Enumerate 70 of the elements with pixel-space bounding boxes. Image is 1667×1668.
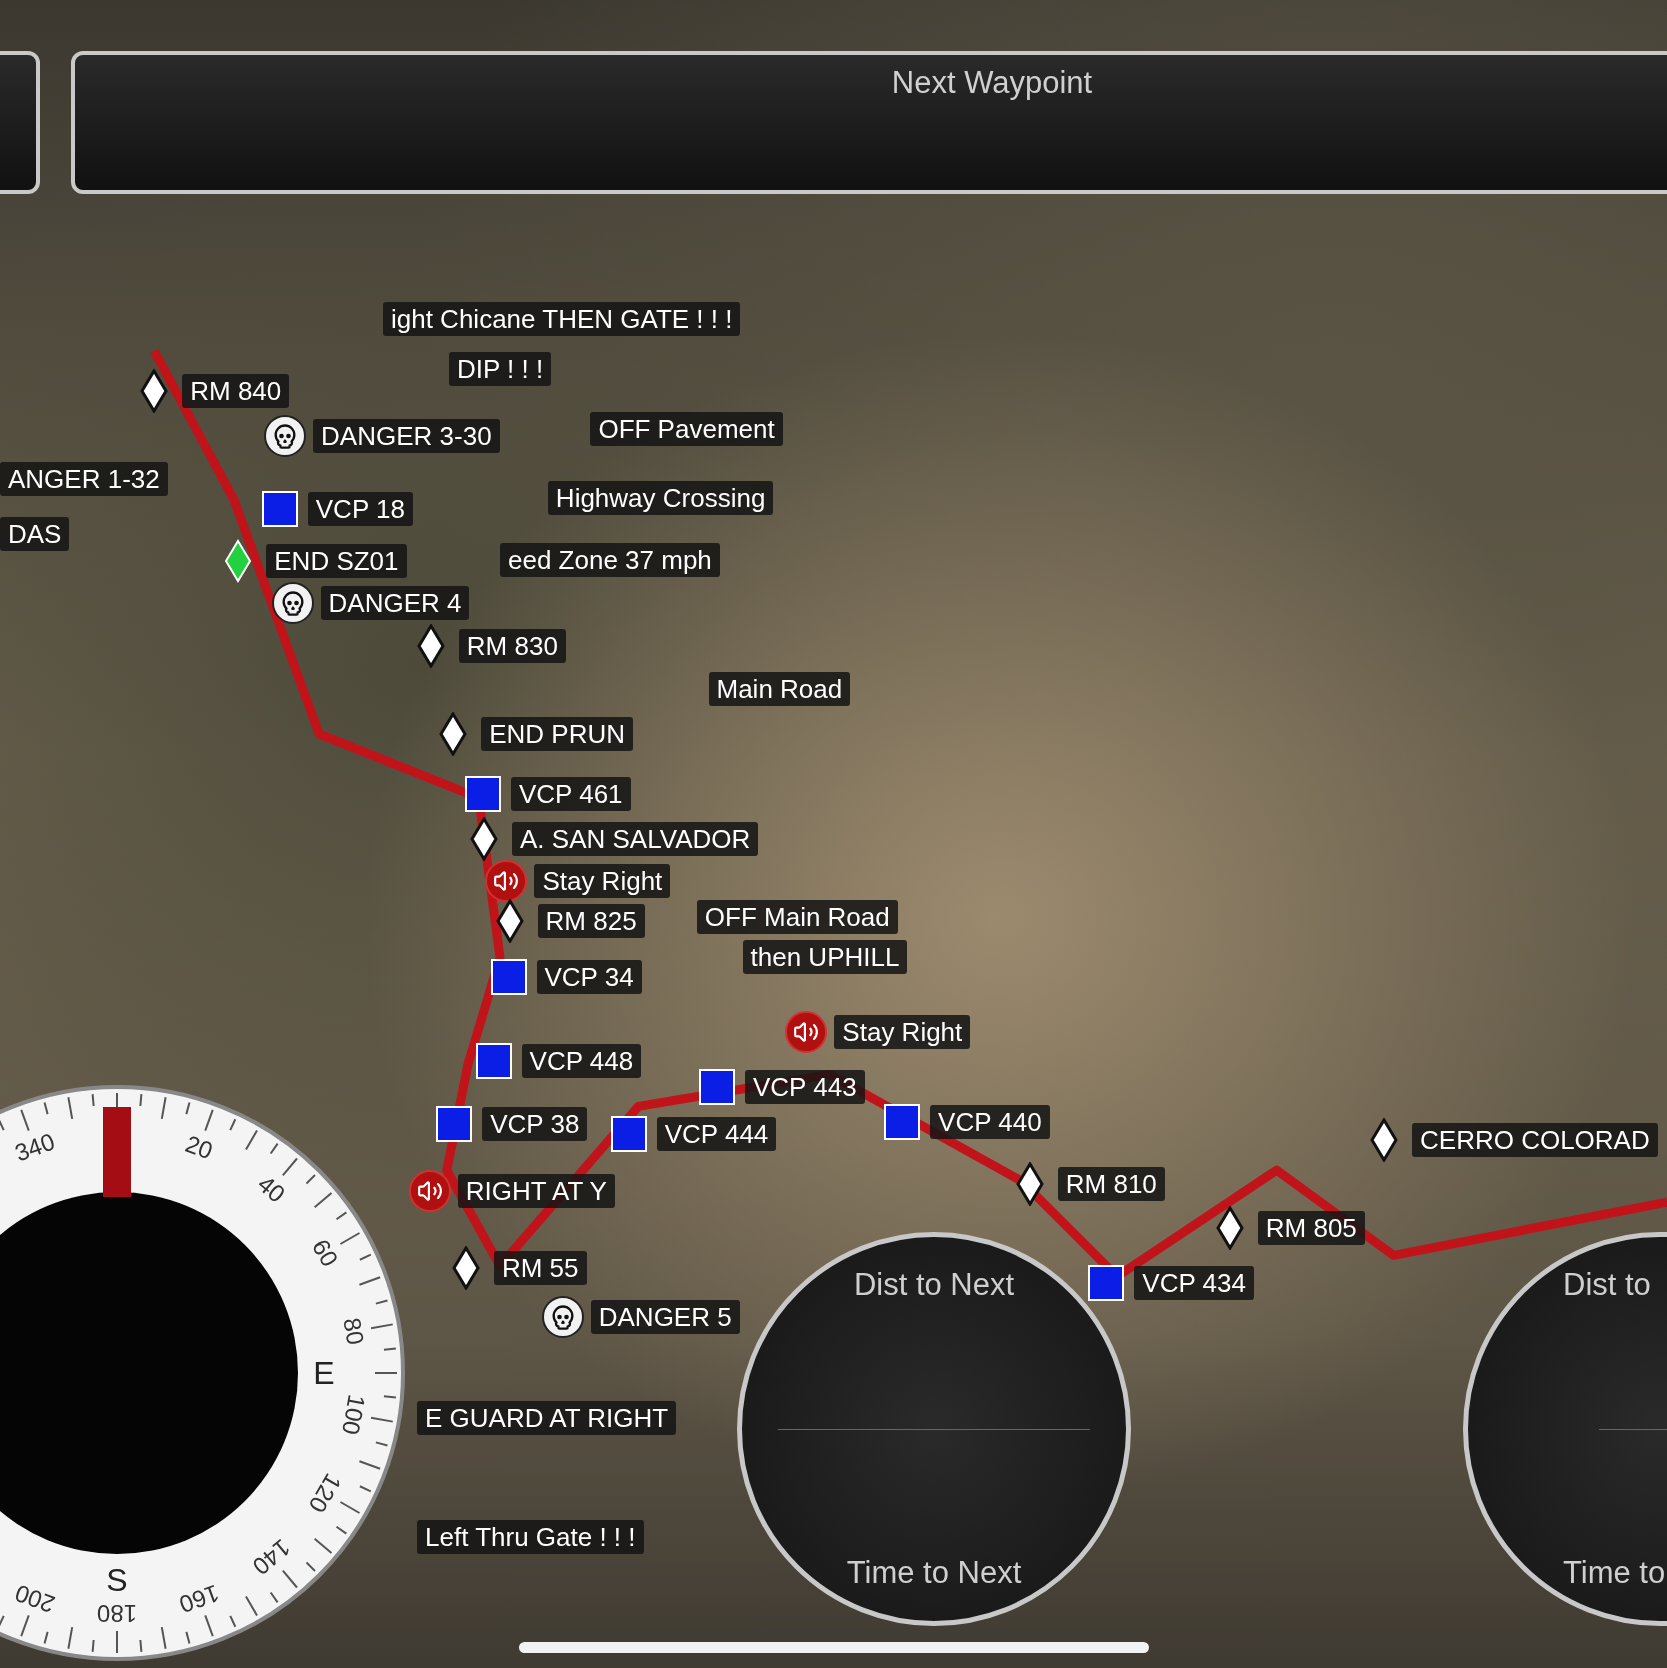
- waypoint-label: DANGER 5: [590, 1300, 740, 1334]
- square-marker-icon: [884, 1104, 921, 1141]
- waypoint-label: RM 810: [1057, 1167, 1165, 1201]
- waypoint-label: E GUARD AT RIGHT: [417, 1401, 677, 1436]
- waypoint-label: DANGER 4: [320, 586, 470, 621]
- degree-label: 20: [182, 1129, 217, 1165]
- waypoint-label: RM 805: [1257, 1210, 1365, 1245]
- waypoint-label: Stay Right: [834, 1014, 971, 1049]
- gauge-label: Dist to Next: [853, 1267, 1015, 1303]
- gauge-label: Dist to: [1563, 1267, 1651, 1303]
- degree-label: 40: [252, 1169, 291, 1208]
- degree-label: 200: [11, 1579, 59, 1619]
- degree-label: 100: [337, 1392, 371, 1437]
- square-marker-icon: [699, 1069, 735, 1106]
- waypoint-label: RM 830: [458, 628, 566, 663]
- gauge-label: Time to: [1563, 1555, 1666, 1591]
- degree-label: 180: [97, 1600, 137, 1627]
- waypoint-label: Main Road: [708, 672, 851, 707]
- diamond-icon: [439, 712, 468, 757]
- diamond-icon: [224, 538, 253, 583]
- panel-title: Next Waypoint: [891, 64, 1093, 102]
- diamond-icon: [1370, 1118, 1398, 1163]
- diamond-icon: [1215, 1205, 1244, 1250]
- waypoint-label: VCP 461: [510, 776, 631, 811]
- waypoint-label: DIP ! ! !: [448, 352, 552, 387]
- waypoint-label: ight Chicane THEN GATE ! ! !: [382, 302, 741, 337]
- waypoint-label: VCP 18: [307, 491, 413, 526]
- waypoint-label: A. SAN SALVADOR: [512, 822, 759, 857]
- degree-label: 120: [303, 1469, 347, 1518]
- waypoint-label: OFF Main Road: [696, 900, 898, 934]
- degree-label: 340: [11, 1127, 59, 1167]
- degree-label: 140: [247, 1534, 296, 1581]
- waypoint-label: ANGER 1-32: [0, 461, 168, 496]
- degree-label: 160: [175, 1579, 223, 1619]
- waypoint-label: VCP 448: [521, 1043, 642, 1078]
- degree-label: 80: [338, 1315, 370, 1347]
- waypoint-label: RIGHT AT Y: [457, 1174, 615, 1209]
- waypoint-label: VCP 434: [1134, 1265, 1254, 1300]
- waypoint-label: OFF Pavement: [590, 411, 783, 446]
- cardinal-label: E: [313, 1355, 335, 1391]
- square-marker-icon: [1088, 1264, 1125, 1301]
- waypoint-label: VCP 444: [656, 1117, 777, 1151]
- waypoint-label: VCP 443: [745, 1070, 865, 1105]
- degree-label: 60: [306, 1234, 344, 1272]
- waypoint-label: Left Thru Gate ! ! !: [417, 1520, 644, 1555]
- diamond-icon: [1015, 1162, 1044, 1206]
- waypoint-label: END PRUN: [481, 717, 633, 752]
- waypoint-label: VCP 38: [482, 1107, 588, 1142]
- waypoint-label: END SZ01: [266, 543, 407, 578]
- waypoint-label: VCP 34: [536, 959, 642, 994]
- waypoint-label: RM 825: [537, 904, 645, 939]
- waypoint-label: DANGER 3-30: [313, 419, 500, 454]
- waypoint-label: eed Zone 37 mph: [500, 542, 720, 577]
- square-marker-icon: [436, 1106, 473, 1143]
- waypoint-label: RM 840: [182, 374, 290, 409]
- waypoint-label: RM 55: [493, 1251, 587, 1286]
- diamond-icon: [470, 817, 499, 862]
- waypoint-label: VCP 440: [930, 1105, 1050, 1140]
- waypoint-label: CERRO COLORAD: [1412, 1123, 1658, 1158]
- square-marker-icon: [610, 1116, 647, 1152]
- waypoint-label: Highway Crossing: [547, 480, 774, 515]
- cardinal-label: S: [106, 1562, 128, 1598]
- waypoint-label: DAS: [0, 517, 70, 552]
- diamond-icon: [451, 1246, 480, 1291]
- waypoint-label: then UPHILL: [742, 940, 908, 975]
- waypoint-label: Stay Right: [534, 863, 671, 898]
- diamond-icon: [140, 369, 169, 414]
- diamond-icon: [495, 899, 524, 944]
- gauge-label: Time to Next: [846, 1555, 1022, 1591]
- diamond-icon: [416, 623, 445, 668]
